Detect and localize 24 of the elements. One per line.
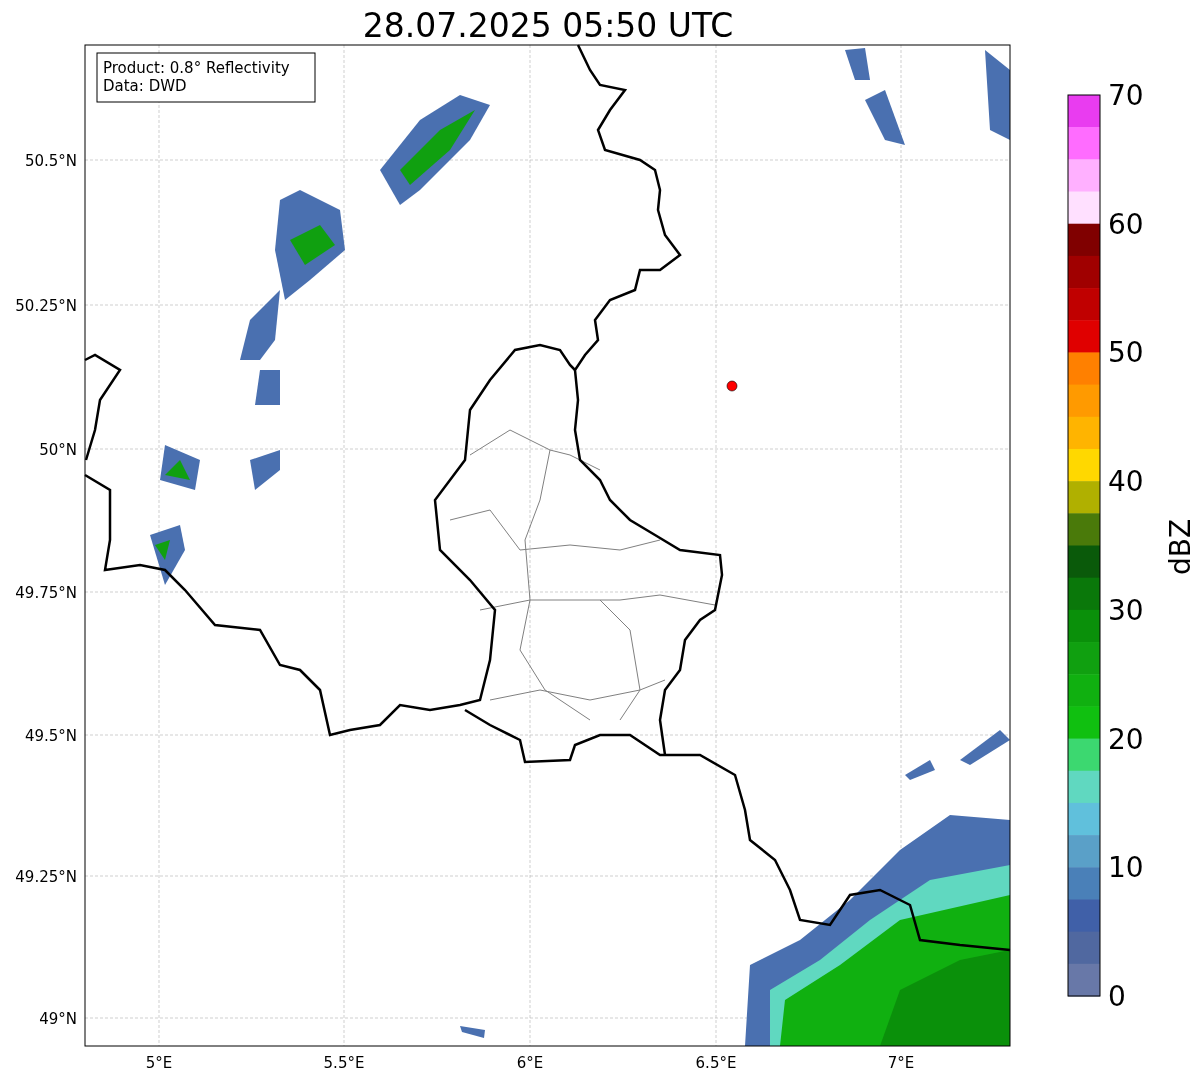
legend-text: Product: 0.8° Reflectivity xyxy=(103,59,290,77)
axis-tick-label: 50.5°N xyxy=(24,152,77,170)
axis-tick-label: 5°E xyxy=(145,1054,173,1072)
colorbar-tick-label: 50 xyxy=(1108,336,1144,370)
colorbar-tick-label: 60 xyxy=(1108,207,1144,241)
axis-tick-label: 49.25°N xyxy=(15,868,77,886)
axis-tick-label: 50.25°N xyxy=(15,297,77,315)
colorbar-tick-label: 20 xyxy=(1108,722,1144,756)
axis-tick-label: 49.5°N xyxy=(24,727,77,745)
axis-tick-label: 6°E xyxy=(516,1054,544,1072)
axis-tick-label: 49°N xyxy=(39,1010,77,1028)
axis-tick-label: 7°E xyxy=(887,1054,915,1072)
axis-tick-label: 6.5°E xyxy=(695,1054,737,1072)
colorbar-tick-label: 30 xyxy=(1108,593,1144,627)
colorbar-label: dBZ xyxy=(1164,518,1197,576)
chart-title: 28.07.2025 05:50 UTC xyxy=(362,6,734,45)
legend-text: Data: DWD xyxy=(103,77,187,95)
axis-tick-label: 50°N xyxy=(39,441,77,459)
axis-tick-label: 49.75°N xyxy=(15,584,77,602)
colorbar-tick-label: 70 xyxy=(1108,79,1144,112)
colorbar-tick-label: 0 xyxy=(1108,980,1126,1013)
axis-tick-label: 5.5°E xyxy=(323,1054,365,1072)
colorbar-tick-label: 10 xyxy=(1108,851,1144,885)
colorbar-tick-label: 40 xyxy=(1108,465,1144,499)
